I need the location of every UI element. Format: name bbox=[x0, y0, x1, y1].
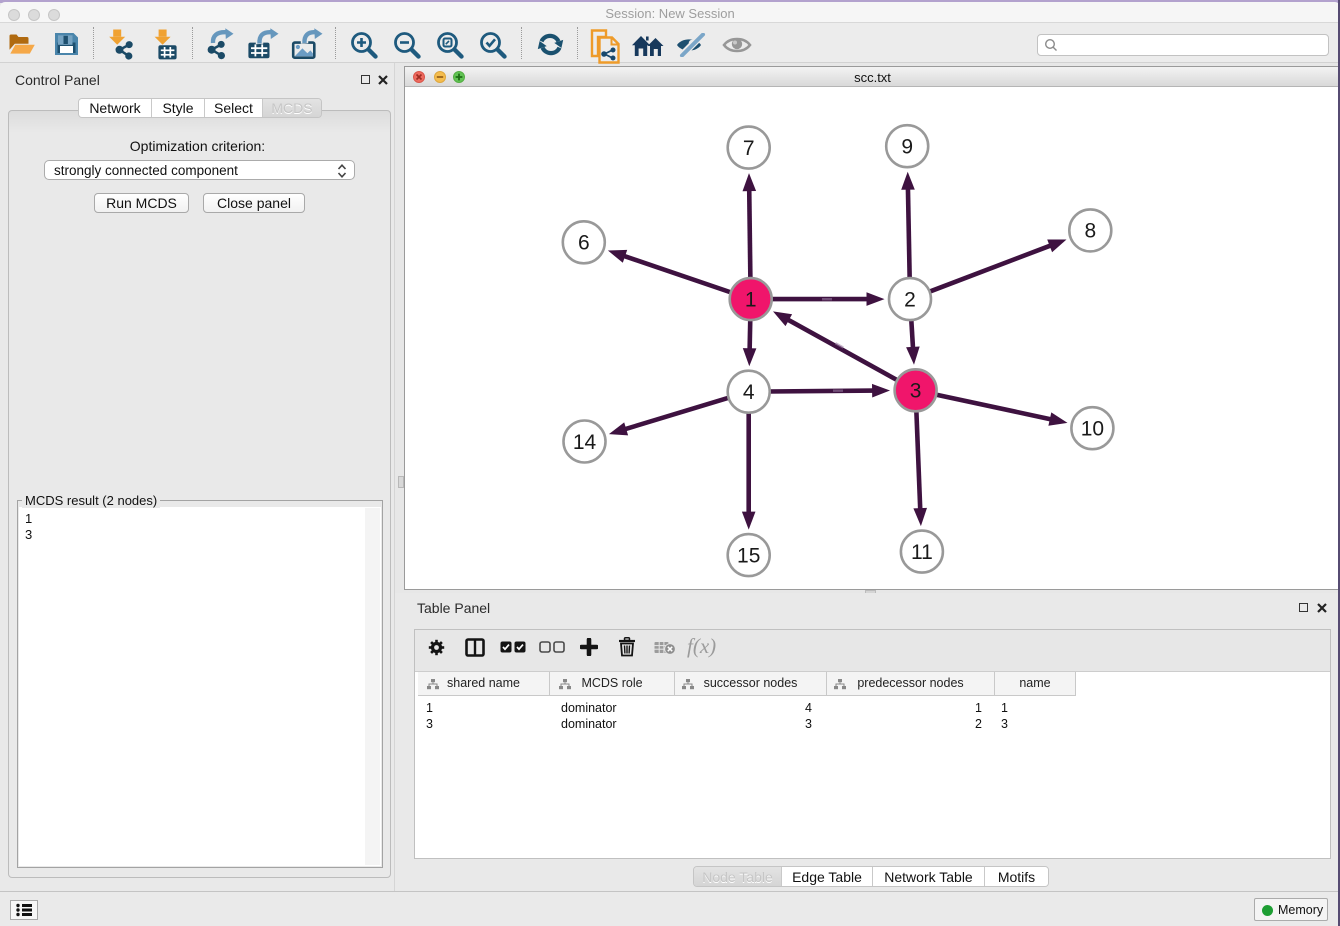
svg-text:3: 3 bbox=[910, 380, 922, 403]
svg-text:8: 8 bbox=[1084, 220, 1096, 243]
svg-text:10: 10 bbox=[1081, 418, 1104, 441]
svg-text:4: 4 bbox=[743, 381, 755, 404]
svg-text:2: 2 bbox=[904, 288, 916, 311]
svg-text:11: 11 bbox=[911, 541, 933, 564]
svg-text:6: 6 bbox=[578, 232, 590, 255]
svg-text:1: 1 bbox=[745, 288, 757, 311]
svg-text:14: 14 bbox=[573, 431, 597, 454]
svg-text:15: 15 bbox=[737, 544, 760, 567]
svg-text:7: 7 bbox=[743, 137, 755, 160]
svg-text:9: 9 bbox=[901, 136, 913, 159]
